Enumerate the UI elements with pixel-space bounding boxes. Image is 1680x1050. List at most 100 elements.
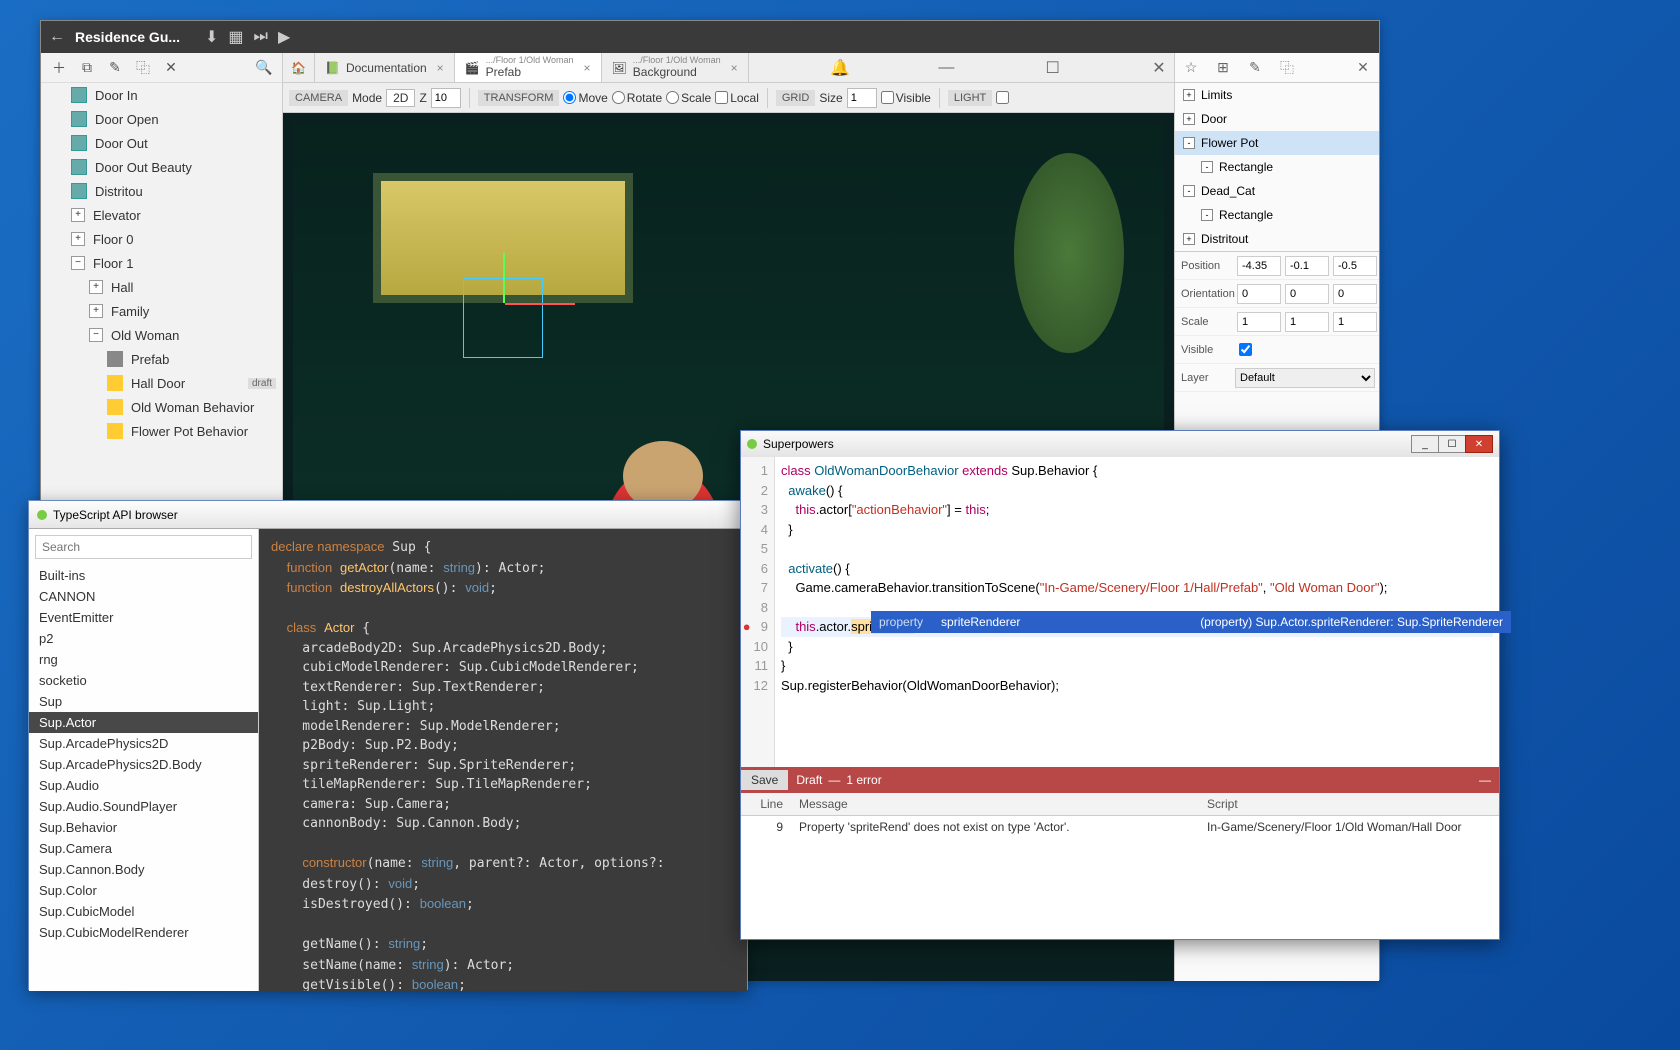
- new-asset-icon[interactable]: ＋: [49, 58, 69, 78]
- close-icon[interactable]: ×: [731, 61, 738, 75]
- rotate-radio[interactable]: Rotate: [612, 91, 662, 105]
- tree-item[interactable]: Door In: [41, 83, 282, 107]
- maximize-icon[interactable]: ☐: [1038, 53, 1068, 82]
- position-x-input[interactable]: [1237, 256, 1281, 276]
- close-button[interactable]: ✕: [1465, 435, 1493, 453]
- tree-item[interactable]: Door Out: [41, 131, 282, 155]
- search-icon[interactable]: 🔍: [254, 58, 274, 78]
- api-item[interactable]: Sup.Actor: [29, 712, 258, 733]
- tree-item[interactable]: Prefab: [41, 347, 282, 371]
- close-icon[interactable]: ×: [584, 61, 591, 75]
- code-titlebar[interactable]: Superpowers _ ☐ ✕: [741, 431, 1499, 457]
- api-item[interactable]: CANNON: [29, 586, 258, 607]
- hierarchy-item[interactable]: -Flower Pot: [1175, 131, 1379, 155]
- download-icon[interactable]: ⬇: [205, 27, 218, 47]
- hierarchy-tree[interactable]: +Limits+Door-Flower Pot-Rectangle-Dead_C…: [1175, 83, 1379, 251]
- hierarchy-item[interactable]: +Distritout: [1175, 227, 1379, 251]
- add-node-icon[interactable]: ⊞: [1207, 53, 1239, 83]
- tree-item[interactable]: Distritou: [41, 179, 282, 203]
- scale-z-input[interactable]: [1333, 312, 1377, 332]
- orientation-z-input[interactable]: [1333, 284, 1377, 304]
- api-titlebar[interactable]: TypeScript API browser: [29, 501, 747, 529]
- api-search-input[interactable]: [35, 535, 252, 559]
- api-item[interactable]: Sup.Audio.SoundPlayer: [29, 796, 258, 817]
- api-item[interactable]: Sup.ArcadePhysics2D.Body: [29, 754, 258, 775]
- api-item[interactable]: Sup.Camera: [29, 838, 258, 859]
- api-item[interactable]: Sup: [29, 691, 258, 712]
- position-z-input[interactable]: [1333, 256, 1377, 276]
- move-radio[interactable]: Move: [563, 91, 607, 105]
- grid-size-input[interactable]: [847, 88, 877, 108]
- minimize-icon[interactable]: —: [931, 53, 961, 82]
- tree-item[interactable]: Hall Doordraft: [41, 371, 282, 395]
- api-item[interactable]: Sup.Cannon.Body: [29, 859, 258, 880]
- tree-item[interactable]: +Hall: [41, 275, 282, 299]
- delete-icon[interactable]: ✕: [161, 58, 181, 78]
- api-item[interactable]: socketio: [29, 670, 258, 691]
- notifications-icon[interactable]: 🔔: [825, 53, 855, 82]
- api-item[interactable]: EventEmitter: [29, 607, 258, 628]
- home-tab[interactable]: 🏠: [283, 53, 315, 82]
- hierarchy-item[interactable]: +Limits: [1175, 83, 1379, 107]
- close-window-icon[interactable]: ✕: [1144, 53, 1174, 82]
- back-icon[interactable]: ←: [49, 28, 65, 46]
- local-checkbox[interactable]: Local: [715, 91, 759, 105]
- grid-visible-checkbox[interactable]: Visible: [881, 91, 931, 105]
- visible-checkbox[interactable]: [1239, 343, 1252, 356]
- api-item[interactable]: rng: [29, 649, 258, 670]
- position-y-input[interactable]: [1285, 256, 1329, 276]
- api-item[interactable]: Sup.Color: [29, 880, 258, 901]
- save-button[interactable]: Save: [741, 770, 788, 790]
- api-item[interactable]: Sup.ArcadePhysics2D: [29, 733, 258, 754]
- play-step-icon[interactable]: ⏭: [254, 28, 268, 46]
- scale-radio[interactable]: Scale: [666, 91, 711, 105]
- debug-icon[interactable]: ▦: [228, 27, 243, 47]
- tab-documentation[interactable]: 📗 Documentation ×: [315, 53, 455, 82]
- api-item[interactable]: Sup.Behavior: [29, 817, 258, 838]
- duplicate-node-icon[interactable]: ⿻: [1271, 53, 1303, 83]
- api-code-view[interactable]: declare namespace Sup { function getActo…: [259, 529, 747, 991]
- hierarchy-item[interactable]: -Dead_Cat: [1175, 179, 1379, 203]
- rename-node-icon[interactable]: ✎: [1239, 53, 1271, 83]
- error-row[interactable]: 9 Property 'spriteRend' does not exist o…: [741, 816, 1499, 838]
- tree-item[interactable]: Door Open: [41, 107, 282, 131]
- orientation-x-input[interactable]: [1237, 284, 1281, 304]
- z-input[interactable]: [431, 88, 461, 108]
- tab-background[interactable]: 🖼 .../Floor 1/Old Woman Background ×: [602, 53, 749, 82]
- api-item[interactable]: Sup.Audio: [29, 775, 258, 796]
- hierarchy-item[interactable]: -Rectangle: [1175, 155, 1379, 179]
- tree-item[interactable]: −Old Woman: [41, 323, 282, 347]
- layer-select[interactable]: Default: [1235, 368, 1375, 388]
- star-icon[interactable]: ☆: [1175, 53, 1207, 83]
- api-item[interactable]: Built-ins: [29, 565, 258, 586]
- mode-2d-button[interactable]: 2D: [386, 89, 415, 107]
- tree-item[interactable]: Old Woman Behavior: [41, 395, 282, 419]
- api-list[interactable]: Built-insCANNONEventEmitterp2rngsocketio…: [29, 565, 258, 991]
- scale-y-input[interactable]: [1285, 312, 1329, 332]
- tree-item[interactable]: +Elevator: [41, 203, 282, 227]
- tree-item[interactable]: −Floor 1: [41, 251, 282, 275]
- tree-item[interactable]: Flower Pot Behavior: [41, 419, 282, 443]
- light-checkbox[interactable]: [996, 91, 1009, 104]
- new-folder-icon[interactable]: ⧉: [77, 58, 97, 78]
- minimize-button[interactable]: _: [1411, 435, 1439, 453]
- tree-item[interactable]: +Floor 0: [41, 227, 282, 251]
- tree-item[interactable]: +Family: [41, 299, 282, 323]
- hierarchy-item[interactable]: -Rectangle: [1175, 203, 1379, 227]
- api-item[interactable]: Sup.CubicModel: [29, 901, 258, 922]
- play-icon[interactable]: ▶: [278, 27, 290, 47]
- delete-node-icon[interactable]: ✕: [1347, 53, 1379, 83]
- maximize-button[interactable]: ☐: [1438, 435, 1466, 453]
- rename-icon[interactable]: ✎: [105, 58, 125, 78]
- api-item[interactable]: p2: [29, 628, 258, 649]
- hierarchy-item[interactable]: +Door: [1175, 107, 1379, 131]
- orientation-y-input[interactable]: [1285, 284, 1329, 304]
- collapse-icon[interactable]: —: [1479, 773, 1491, 787]
- autocomplete-popup[interactable]: property spriteRenderer (property) Sup.A…: [871, 611, 1511, 633]
- tab-prefab[interactable]: 🎬 .../Floor 1/Old Woman Prefab ×: [455, 53, 602, 82]
- api-item[interactable]: Sup.CubicModelRenderer: [29, 922, 258, 943]
- close-icon[interactable]: ×: [437, 61, 444, 75]
- scale-x-input[interactable]: [1237, 312, 1281, 332]
- duplicate-icon[interactable]: ⿻: [133, 58, 153, 78]
- code-editor[interactable]: 123456789101112 class OldWomanDoorBehavi…: [741, 457, 1499, 767]
